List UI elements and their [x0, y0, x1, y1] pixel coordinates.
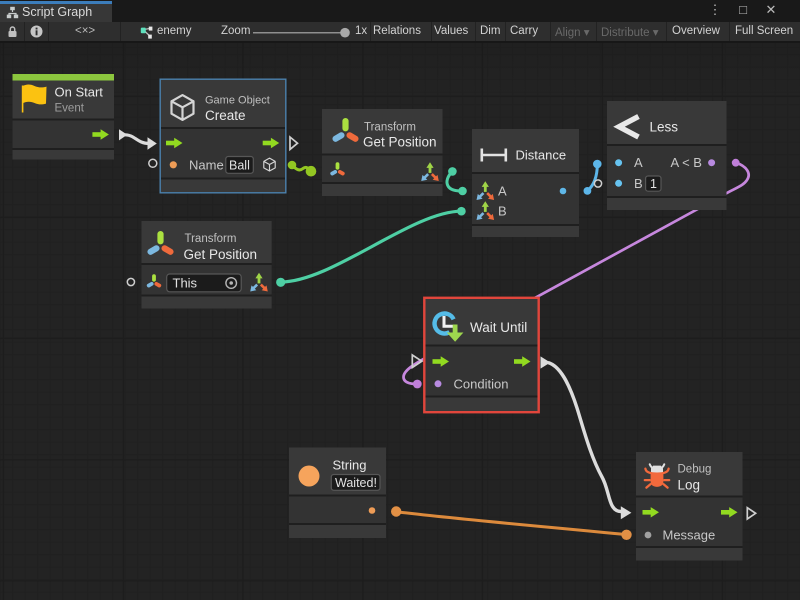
svg-text:B: B — [634, 176, 643, 191]
svg-text:String: String — [333, 458, 367, 473]
svg-text:Debug: Debug — [678, 464, 712, 476]
svg-text:Less: Less — [650, 120, 679, 135]
svg-text:A < B: A < B — [671, 155, 702, 170]
svg-text:Distance: Distance — [516, 148, 567, 163]
svg-text:A: A — [634, 155, 643, 170]
svg-text:Condition: Condition — [454, 376, 509, 391]
svg-text:Create: Create — [205, 108, 246, 123]
svg-text:Wait Until: Wait Until — [470, 320, 527, 335]
svg-text:1: 1 — [650, 177, 657, 191]
svg-text:Game Object: Game Object — [205, 95, 270, 107]
svg-text:Transform: Transform — [364, 122, 416, 134]
svg-text:Transform: Transform — [185, 233, 237, 245]
svg-text:B: B — [498, 204, 507, 219]
svg-text:Event: Event — [55, 103, 85, 115]
svg-text:Log: Log — [678, 478, 701, 493]
svg-text:Message: Message — [663, 528, 716, 543]
svg-text:Ball: Ball — [229, 159, 250, 173]
svg-text:Get Position: Get Position — [184, 247, 258, 262]
svg-text:On Start: On Start — [55, 85, 104, 100]
svg-text:Name: Name — [189, 157, 224, 172]
svg-text:Get Position: Get Position — [363, 135, 437, 150]
svg-text:A: A — [498, 184, 507, 199]
svg-text:This: This — [173, 276, 198, 291]
svg-text:Waited!: Waited! — [335, 476, 377, 490]
